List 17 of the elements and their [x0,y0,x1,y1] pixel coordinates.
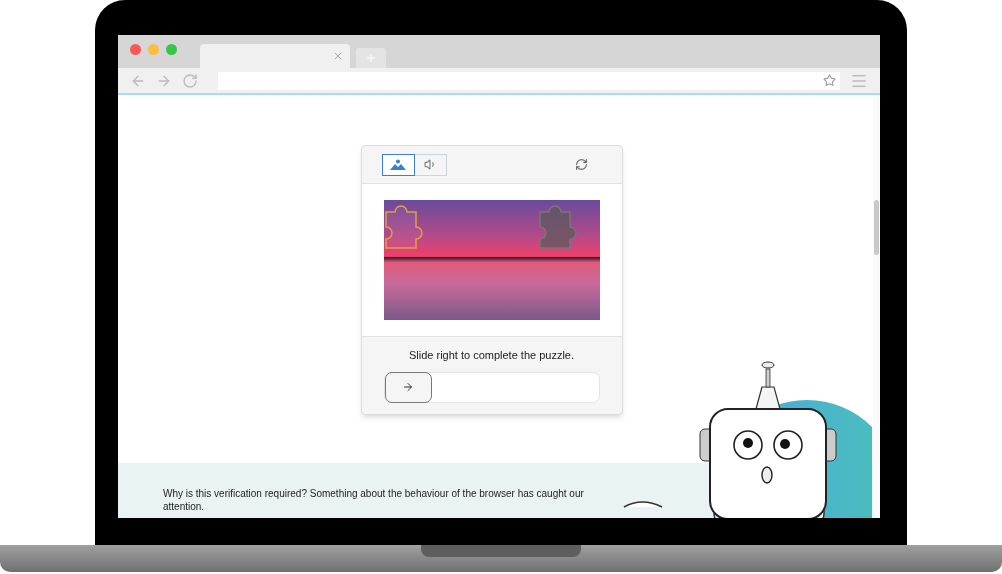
bookmark-star-icon[interactable] [823,74,836,87]
minimize-window-icon[interactable] [148,44,159,55]
reload-icon[interactable] [182,72,198,89]
captcha-mode-tab[interactable] [381,153,415,176]
close-window-icon[interactable] [130,44,141,55]
landscape-icon [390,159,406,170]
instruction-text: Slide right to complete the puzzle. [408,348,575,363]
refresh-icon[interactable] [574,158,588,171]
browser-tab[interactable] [200,44,350,68]
scrollbar-thumb[interactable] [874,200,879,255]
speaker-icon [423,158,437,171]
new-tab-button[interactable] [356,48,386,68]
info-text: Why is this verification required? Something about the behaviour of the browser has caught our attention. [163,487,585,513]
slider-handle[interactable] [384,371,432,403]
close-tab-icon[interactable] [332,50,344,62]
arrow-right-icon [402,381,414,393]
maximize-window-icon[interactable] [166,44,177,55]
